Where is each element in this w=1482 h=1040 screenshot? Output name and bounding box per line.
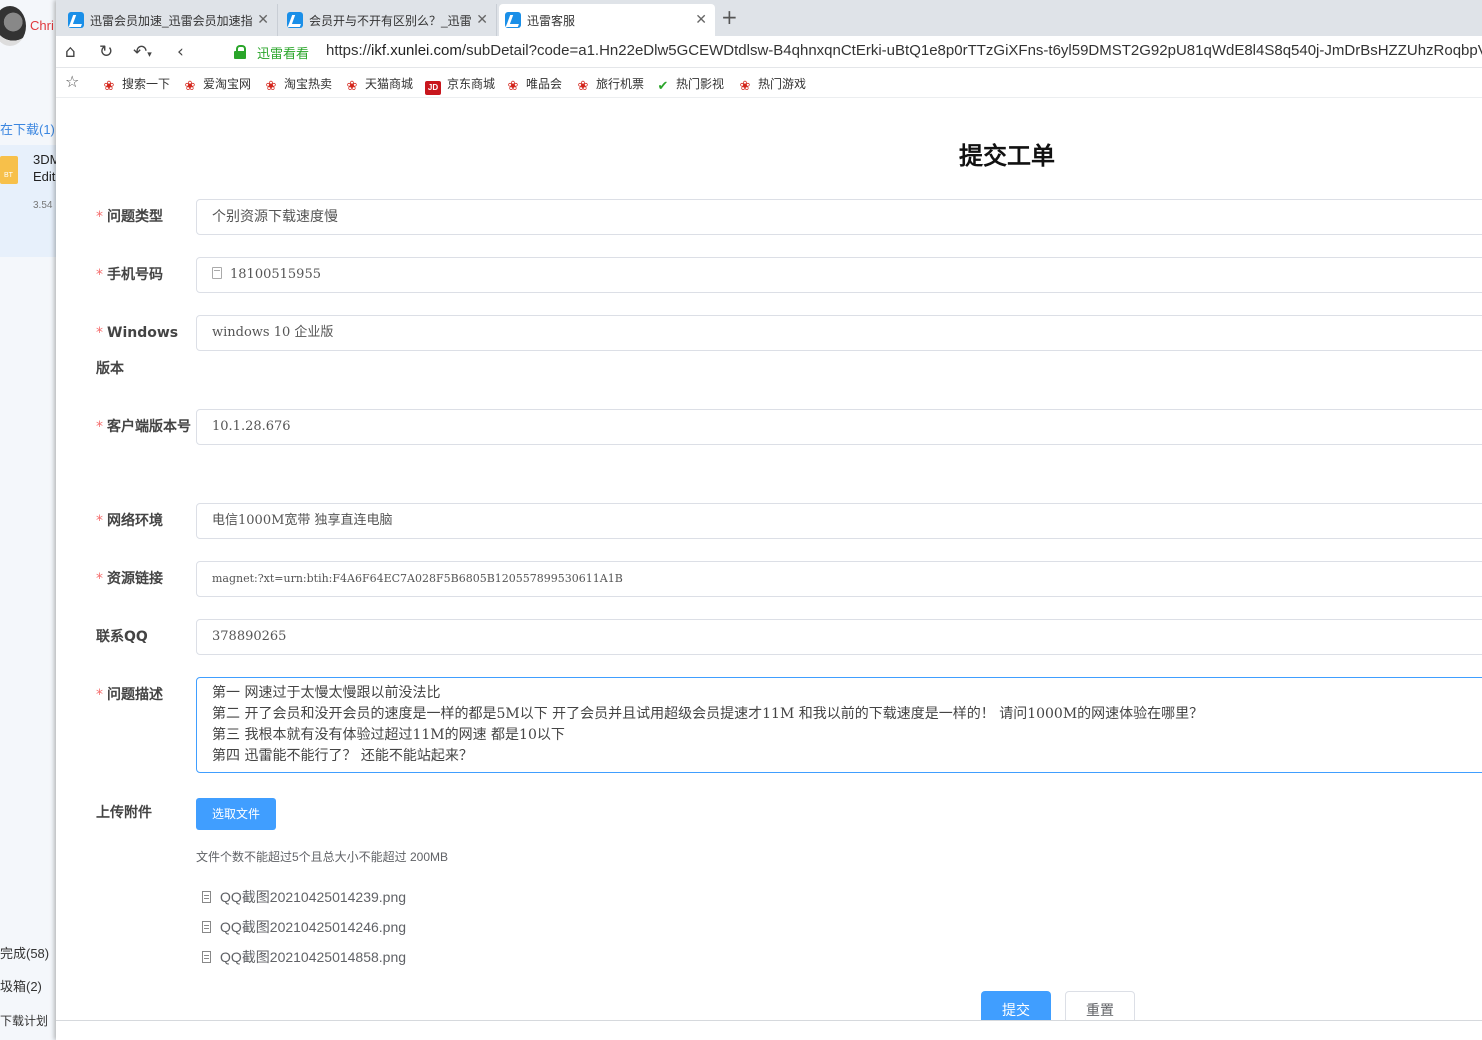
thunder-favicon-icon (505, 12, 521, 28)
windows-version-input[interactable]: windows 10 企业版 (196, 315, 1482, 351)
new-tab-button[interactable]: + (721, 7, 738, 27)
thunder-favicon-icon (287, 12, 303, 28)
tab-bar: 迅雷会员加速_迅雷会员加速指 ✕ 会员开与不开有区别么？_迅雷 ✕ 迅雷客服 ✕… (56, 0, 1482, 36)
phone-label: * 手机号码 (96, 267, 163, 283)
bookmark-item[interactable]: JD 京东商城 (425, 75, 495, 95)
bt-file-icon: BT (0, 156, 18, 184)
paw-icon: ❀ (103, 78, 115, 93)
close-icon[interactable]: ✕ (695, 11, 707, 27)
paw-icon: ❀ (184, 78, 196, 93)
uploaded-file-item[interactable]: QQ截图20210425014239.png (202, 887, 406, 907)
bookmark-item[interactable]: ✔ 热门影视 (656, 75, 724, 93)
close-icon[interactable]: ✕ (476, 11, 488, 27)
screen: Chri 在下载(1) BT 3DM Edit 3.54 完成(58) 圾箱(2… (0, 0, 1482, 1040)
resource-link-input[interactable]: magnet:?xt=urn:btih:F4A6F64EC7A028F5B680… (196, 561, 1482, 597)
lock-icon (234, 45, 246, 59)
bookmarks-bar: ☆ ❀ 搜索一下 ❀ 爱淘宝网 ❀ 淘宝热卖 ❀ 天猫商城 JD 京东商城 ❀ 唯品会 ❀ 旅… (56, 68, 1482, 98)
page-title: 提交工单 (959, 142, 1055, 170)
browser-window: 迅雷会员加速_迅雷会员加速指 ✕ 会员开与不开有区别么？_迅雷 ✕ 迅雷客服 ✕… (56, 0, 1482, 1040)
network-label: * 网络环境 (96, 513, 163, 529)
submit-button[interactable]: 提交 (981, 991, 1051, 1020)
url-field[interactable]: https://ikf.xunlei.com/subDetail?code=a1… (326, 42, 1482, 59)
task-size: 3.54 (33, 200, 53, 211)
windows-version-label: * Windows版本 (96, 325, 179, 377)
close-icon[interactable]: ✕ (257, 11, 269, 27)
site-name: 迅雷看看 (257, 46, 310, 61)
document-icon (202, 951, 211, 963)
description-line: 第三 我根本就有没有体验过超过11M的网速 都是10以下 (212, 727, 565, 743)
description-line: 第二 开了会员和没开会员的速度是一样的都是5M以下 开了会员并且试用超级会员提速… (212, 706, 1204, 722)
bookmark-item[interactable]: ❀ 淘宝热卖 (264, 75, 332, 93)
issue-type-select[interactable]: 个别资源下载速度慢 (196, 199, 1482, 235)
tab-title: 迅雷客服 (527, 14, 576, 28)
uploaded-file-item[interactable]: QQ截图20210425014858.png (202, 947, 406, 967)
tab-title: 会员开与不开有区别么？_迅雷 (309, 14, 472, 28)
qq-label: 联系QQ (96, 629, 148, 645)
home-icon[interactable]: ⌂ (65, 42, 76, 62)
issue-type-label: * 问题类型 (96, 209, 163, 225)
status-bar (56, 1020, 1482, 1040)
trash-tab[interactable]: 圾箱(2) (0, 976, 42, 995)
hao-icon: ✔ (657, 78, 669, 93)
download-plan-tab[interactable]: 下载计划 (0, 1012, 48, 1029)
bookmark-item[interactable]: ❀ 唯品会 (506, 75, 562, 93)
bookmark-item[interactable]: ❀ 旅行机票 (576, 75, 644, 93)
bookmark-item[interactable]: ❀ 热门游戏 (738, 75, 806, 93)
paw-icon: ❀ (739, 78, 751, 93)
paw-icon: ❀ (507, 78, 519, 93)
upload-label: 上传附件 (96, 805, 152, 821)
tab-thunder-vip[interactable]: 迅雷会员加速_迅雷会员加速指 ✕ (62, 4, 278, 36)
bookmark-item[interactable]: ❀ 天猫商城 (345, 75, 413, 93)
phone-input[interactable]: 18100515955 (196, 257, 1482, 293)
undo-close-icon[interactable]: ↶▾ (133, 42, 152, 65)
paw-icon: ❀ (346, 78, 358, 93)
back-icon[interactable]: ‹ (177, 42, 184, 62)
paw-icon: ❀ (577, 78, 589, 93)
ticket-page: 提交工单 * 问题类型 个别资源下载速度慢 * 手机号码 18100515955 *… (56, 99, 1482, 1020)
choose-file-button[interactable]: 选取文件 (196, 798, 276, 830)
download-task-item[interactable]: BT 3DM Edit 3.54 (0, 145, 56, 257)
description-line: 第一 网速过于太慢太慢跟以前没法比 (212, 685, 441, 701)
description-line: 第四 迅雷能不能行了？ 还能不能站起来？ (212, 748, 473, 764)
qq-input[interactable]: 378890265 (196, 619, 1482, 655)
resource-link-label: * 资源链接 (96, 571, 163, 587)
downloading-tab[interactable]: 在下载(1) (0, 119, 55, 138)
user-name[interactable]: Chri (30, 18, 54, 33)
reset-button[interactable]: 重置 (1065, 991, 1135, 1020)
network-input[interactable]: 电信1000M宽带 独享直连电脑 (196, 503, 1482, 539)
client-version-input[interactable]: 10.1.28.676 (196, 409, 1482, 445)
client-version-label: * 客户端版本号 (96, 419, 191, 435)
description-textarea[interactable]: 第一 网速过于太慢太慢跟以前没法比 第二 开了会员和没开会员的速度是一样的都是5… (196, 677, 1482, 773)
task-name: 3DM Edit (33, 152, 56, 184)
upload-tip: 文件个数不能超过5个且总大小不能超过 200MB (196, 850, 449, 864)
jd-icon: JD (425, 81, 441, 95)
background-download-app: Chri 在下载(1) BT 3DM Edit 3.54 完成(58) 圾箱(2… (0, 0, 56, 1040)
address-toolbar: ⌂ ↻ ↶▾ ‹ 迅雷看看 https://ikf.xunlei.com/sub… (56, 36, 1482, 68)
user-avatar[interactable] (0, 6, 26, 46)
uploaded-file-item[interactable]: QQ截图20210425014246.png (202, 917, 406, 937)
document-icon (202, 891, 211, 903)
paw-icon: ❀ (265, 78, 277, 93)
bookmark-item[interactable]: ❀ 爱淘宝网 (183, 75, 251, 93)
bookmark-item[interactable]: ❀ 搜索一下 (102, 75, 170, 93)
tab-title: 迅雷会员加速_迅雷会员加速指 (90, 14, 253, 28)
tab-thunder-support[interactable]: 迅雷客服 ✕ (499, 4, 715, 36)
reload-icon[interactable]: ↻ (99, 42, 113, 62)
star-icon[interactable]: ☆ (65, 74, 79, 90)
thunder-favicon-icon (68, 12, 84, 28)
document-icon (202, 921, 211, 933)
phone-icon (212, 267, 222, 279)
completed-tab[interactable]: 完成(58) (0, 943, 49, 962)
description-label: * 问题描述 (96, 687, 163, 703)
tab-vip-difference[interactable]: 会员开与不开有区别么？_迅雷 ✕ (281, 4, 497, 36)
